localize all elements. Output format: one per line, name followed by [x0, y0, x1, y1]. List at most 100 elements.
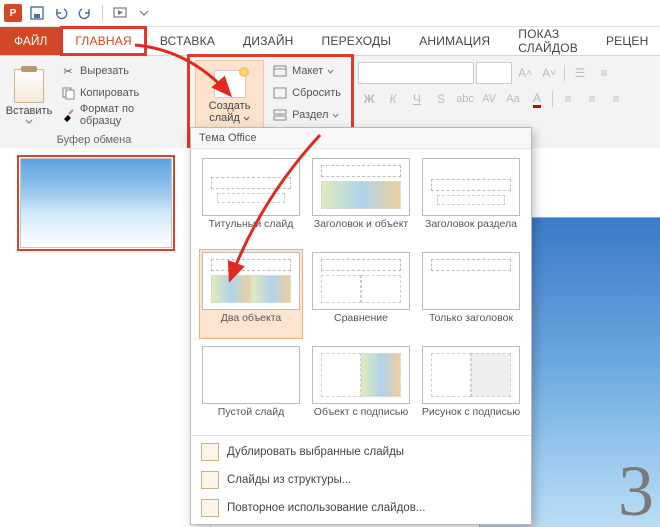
align-right-icon[interactable]: ≡	[605, 88, 627, 110]
text-shadow-button[interactable]: abc	[454, 88, 476, 110]
reuse-slides-action[interactable]: Повторное использование слайдов...	[191, 494, 531, 522]
align-center-icon[interactable]: ≡	[581, 88, 603, 110]
align-left-icon[interactable]: ≡	[557, 88, 579, 110]
separator	[564, 65, 565, 81]
numbering-icon[interactable]: ≡	[593, 62, 615, 84]
format-painter-label: Формат по образцу	[80, 103, 178, 127]
change-case-button[interactable]: Aa	[502, 88, 524, 110]
gallery-header: Тема Office	[191, 128, 531, 149]
shrink-font-icon[interactable]: A˅	[538, 62, 560, 84]
layout-label: Рисунок с подписью	[422, 406, 520, 430]
copy-button[interactable]: Копировать	[56, 82, 182, 104]
paste-button[interactable]: Вставить	[6, 60, 52, 133]
action-label: Повторное использование слайдов...	[227, 502, 425, 514]
layout-section-header[interactable]: Заголовок раздела	[419, 155, 523, 245]
underline-button[interactable]: Ч	[406, 88, 428, 110]
char-spacing-button[interactable]: AV	[478, 88, 500, 110]
tab-design[interactable]: ДИЗАЙН	[229, 27, 308, 55]
chevron-down-icon	[332, 113, 339, 118]
start-slideshow-icon[interactable]	[111, 4, 129, 22]
action-label: Дублировать выбранные слайды	[227, 446, 404, 458]
gallery-footer: Дублировать выбранные слайды Слайды из с…	[191, 435, 531, 524]
separator	[552, 91, 553, 107]
paste-label: Вставить	[6, 105, 53, 117]
group-clipboard-label: Буфер обмена	[6, 133, 182, 146]
undo-icon[interactable]	[52, 4, 70, 22]
layout-label: Макет	[292, 65, 323, 77]
brush-icon	[60, 107, 76, 123]
tab-file[interactable]: ФАЙЛ	[0, 27, 61, 55]
tab-review[interactable]: РЕЦЕН	[592, 27, 660, 55]
layout-comparison[interactable]: Сравнение	[309, 249, 413, 339]
strike-button[interactable]: S	[430, 88, 452, 110]
tab-home[interactable]: ГЛАВНАЯ	[61, 27, 145, 55]
chevron-down-icon	[25, 119, 33, 125]
layout-label: Заголовок раздела	[425, 218, 517, 242]
layout-label: Заголовок и объект	[314, 218, 409, 242]
layout-blank[interactable]: Пустой слайд	[199, 343, 303, 433]
reuse-icon	[201, 499, 219, 517]
bullets-icon[interactable]: ☰	[569, 62, 591, 84]
layout-label: Только заголовок	[429, 312, 513, 336]
slides-from-outline-action[interactable]: Слайды из структуры...	[191, 466, 531, 494]
layout-content-caption[interactable]: Объект с подписью	[309, 343, 413, 433]
slide-thumbnail-pane[interactable]	[0, 148, 211, 527]
layout-title-content[interactable]: Заголовок и объект	[309, 155, 413, 245]
layout-title-slide[interactable]: Титульный слайд	[199, 155, 303, 245]
layout-label: Два объекта	[221, 312, 281, 336]
layout-label: Пустой слайд	[218, 406, 284, 430]
copy-label: Копировать	[80, 87, 139, 99]
tab-transitions[interactable]: ПЕРЕХОДЫ	[308, 27, 406, 55]
new-slide-gallery: Тема Office Титульный слайд Заголовок и …	[190, 127, 532, 525]
layout-title-only[interactable]: Только заголовок	[419, 249, 523, 339]
tab-insert[interactable]: ВСТАВКА	[146, 27, 229, 55]
layout-label: Титульный слайд	[209, 218, 294, 242]
reset-button[interactable]: Сбросить	[268, 82, 345, 104]
copy-icon	[60, 85, 76, 101]
section-button[interactable]: Раздел	[268, 104, 345, 126]
save-icon[interactable]	[28, 4, 46, 22]
font-color-button[interactable]: A	[526, 88, 548, 110]
italic-button[interactable]: К	[382, 88, 404, 110]
outline-icon	[201, 471, 219, 489]
section-label: Раздел	[292, 109, 328, 121]
action-label: Слайды из структуры...	[227, 474, 351, 486]
quick-access-toolbar: P	[0, 0, 660, 27]
section-icon	[272, 107, 288, 123]
tab-animations[interactable]: АНИМАЦИЯ	[405, 27, 504, 55]
format-painter-button[interactable]: Формат по образцу	[56, 104, 182, 126]
layout-label: Объект с подписью	[314, 406, 408, 430]
duplicate-icon	[201, 443, 219, 461]
layout-two-content[interactable]: Два объекта	[199, 249, 303, 339]
font-size-select[interactable]	[476, 62, 512, 84]
annotation-number: 3	[618, 450, 654, 527]
new-slide-label-1: Создать	[209, 100, 251, 112]
new-slide-label-2: слайд	[209, 112, 250, 124]
scissors-icon: ✂	[60, 63, 76, 79]
slide-thumbnail-1[interactable]	[20, 158, 172, 248]
chevron-down-icon	[327, 69, 334, 74]
font-family-select[interactable]	[358, 62, 474, 84]
cut-label: Вырезать	[80, 65, 129, 77]
grow-font-icon[interactable]: A˄	[514, 62, 536, 84]
separator	[102, 5, 103, 21]
layout-label: Сравнение	[334, 312, 388, 336]
ribbon-tabs: ФАЙЛ ГЛАВНАЯ ВСТАВКА ДИЗАЙН ПЕРЕХОДЫ АНИ…	[0, 27, 660, 56]
reset-label: Сбросить	[292, 87, 341, 99]
app-icon: P	[4, 4, 22, 22]
tab-slideshow[interactable]: ПОКАЗ СЛАЙДОВ	[504, 27, 592, 55]
gallery-grid: Титульный слайд Заголовок и объект Загол…	[191, 149, 531, 435]
duplicate-slides-action[interactable]: Дублировать выбранные слайды	[191, 438, 531, 466]
new-slide-button[interactable]: Создать слайд	[195, 60, 264, 133]
layout-button[interactable]: Макет	[268, 60, 345, 82]
clipboard-icon	[14, 69, 44, 103]
bold-button[interactable]: Ж	[358, 88, 380, 110]
reset-icon	[272, 85, 288, 101]
group-clipboard: Вставить ✂ Вырезать Копировать Формат по…	[0, 56, 189, 148]
redo-icon[interactable]	[76, 4, 94, 22]
layout-picture-caption[interactable]: Рисунок с подписью	[419, 343, 523, 433]
layout-icon	[272, 63, 288, 79]
new-slide-icon	[214, 70, 246, 98]
qat-customize-icon[interactable]	[135, 4, 153, 22]
cut-button[interactable]: ✂ Вырезать	[56, 60, 182, 82]
